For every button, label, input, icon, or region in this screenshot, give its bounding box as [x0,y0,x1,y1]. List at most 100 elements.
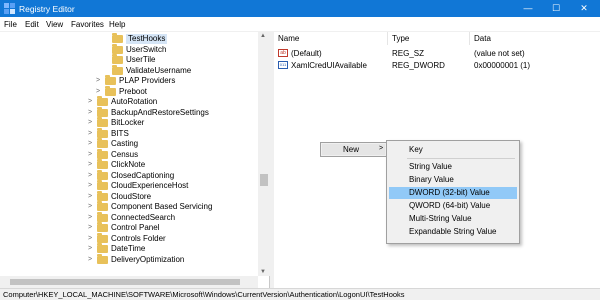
context-menu-new[interactable]: New > [322,144,385,155]
expand-arrow-icon[interactable]: > [88,130,96,137]
tree-horizontal-scrollbar[interactable] [0,276,258,288]
value-type: REG_SZ [392,49,425,58]
submenu-item-multi-string-value[interactable]: Multi-String Value [389,213,517,225]
expand-arrow-icon[interactable]: > [96,88,104,95]
close-button[interactable]: ✕ [570,0,598,17]
string-value-icon: ab [278,49,288,57]
tree-item[interactable]: > CloudStore [88,190,258,203]
submenu-item-qword-value[interactable]: QWORD (64-bit) Value [389,200,517,212]
tree-item[interactable]: > Component Based Servicing [88,201,258,213]
folder-icon [97,138,108,148]
tree-item[interactable]: > ClickNote [88,159,258,171]
tree-item[interactable]: > Control Panel [88,222,258,234]
tree-item-label: ClosedCaptioning [111,170,175,180]
tree-item[interactable]: > AutoRotation [88,96,258,108]
expand-arrow-icon[interactable]: > [88,161,96,168]
expand-arrow-icon[interactable]: > [88,140,96,147]
tree-item[interactable]: UserSwitch [103,43,258,56]
folder-icon [97,117,108,127]
column-header-name[interactable]: Name [274,32,388,45]
folder-icon [97,96,108,106]
expand-arrow-icon[interactable]: > [88,172,96,179]
value-data: 0x00000001 (1) [474,61,531,70]
folder-icon [112,64,123,75]
tree-item-label: Preboot [119,86,148,96]
folder-icon [97,243,108,253]
menu-help[interactable]: Help [109,20,125,29]
tree-item[interactable]: > ConnectedSearch [88,211,258,224]
expand-arrow-icon[interactable]: > [88,109,96,116]
submenu-item-expandable-string-value[interactable]: Expandable String Value [389,226,517,238]
scroll-up-arrow-icon[interactable]: ▲ [260,33,266,39]
minimize-button[interactable]: — [514,0,542,17]
submenu-item-string-value[interactable]: String Value [389,161,517,173]
tree-item[interactable]: > BitLocker [88,117,258,129]
binary-value-icon: 011 [278,61,288,69]
folder-icon [97,180,108,190]
tree-item[interactable]: UserTile [103,54,258,66]
expand-arrow-icon[interactable]: > [88,245,96,252]
folder-icon [97,106,108,117]
tree-item-label: DeliveryOptimization [111,254,185,264]
expand-arrow-icon[interactable]: > [88,224,96,231]
expand-arrow-icon[interactable]: > [88,98,96,105]
tree-item[interactable]: > Preboot [96,85,258,98]
tree-item-label: ConnectedSearch [111,212,176,222]
expand-arrow-icon[interactable]: > [88,256,96,263]
submenu-item-binary-value[interactable]: Binary Value [389,174,517,186]
folder-icon [97,159,108,169]
column-header-data[interactable]: Data [470,32,600,45]
tree-item-label: TestHooks [126,34,168,44]
tree-item[interactable]: ValidateUsername [103,64,258,77]
tree-horizontal-scroll-thumb[interactable] [10,279,240,285]
tree-item[interactable]: > CloudExperienceHost [88,180,258,192]
folder-icon [105,75,116,85]
menu-bar: File Edit View Favorites Help [0,17,600,32]
tree-item[interactable]: > BITS [88,127,258,140]
tree-item-label: BitLocker [111,118,145,127]
tree-item-label: ValidateUsername [126,65,192,75]
column-header-type[interactable]: Type [388,32,470,45]
menu-edit[interactable]: Edit [25,20,39,29]
tree-item[interactable]: > Controls Folder [88,232,258,245]
title-bar: Registry Editor — ☐ ✕ [0,0,600,17]
tree-item[interactable]: > BackupAndRestoreSettings [88,106,258,119]
tree-item[interactable]: TestHooks [103,33,258,45]
folder-icon [97,127,108,138]
key-tree[interactable]: TestHooks UserSwitch UserTile ValidateUsern… [0,32,270,288]
tree-item-label: UserSwitch [126,44,167,54]
folder-icon [105,85,116,96]
expand-arrow-icon[interactable]: > [88,151,96,158]
expand-arrow-icon[interactable]: > [88,235,96,242]
expand-arrow-icon[interactable]: > [96,77,104,84]
registry-editor-icon [4,3,15,14]
menu-favorites[interactable]: Favorites [71,20,104,29]
expand-arrow-icon[interactable]: > [88,119,96,126]
maximize-button[interactable]: ☐ [542,0,570,17]
value-row[interactable]: 011 XamlCredUIAvailable REG_DWORD 0x0000… [274,60,600,71]
new-submenu: Key String Value Binary Value DWORD (32-… [386,140,520,244]
menu-view[interactable]: View [46,20,63,29]
expand-arrow-icon[interactable]: > [88,214,96,221]
tree-item-label: Component Based Servicing [111,202,213,211]
value-type: REG_DWORD [392,61,445,70]
menu-file[interactable]: File [4,20,17,29]
tree-item[interactable]: > DateTime [88,243,258,255]
tree-vertical-scrollbar[interactable]: ▲ ▼ [258,32,270,276]
expand-arrow-icon[interactable]: > [88,203,96,210]
submenu-item-dword-value[interactable]: DWORD (32-bit) Value [389,187,517,199]
tree-item[interactable]: > Casting [88,138,258,150]
expand-arrow-icon[interactable]: > [88,182,96,189]
tree-item[interactable]: > ClosedCaptioning [88,169,258,182]
submenu-item-key[interactable]: Key [389,144,517,156]
tree-item[interactable]: > PLAP Providers [96,75,258,87]
tree-vertical-scroll-thumb[interactable] [260,174,268,186]
tree-item[interactable]: > Census [88,148,258,161]
tree-item-label: CloudExperienceHost [111,181,189,190]
value-row[interactable]: ab (Default) REG_SZ (value not set) [274,48,600,59]
status-bar: Computer\HKEY_LOCAL_MACHINE\SOFTWARE\Mic… [0,288,600,300]
expand-arrow-icon[interactable]: > [88,193,96,200]
tree-item[interactable]: > DeliveryOptimization [88,253,258,266]
tree-item-label: PLAP Providers [119,76,176,85]
scroll-down-arrow-icon[interactable]: ▼ [260,269,266,275]
